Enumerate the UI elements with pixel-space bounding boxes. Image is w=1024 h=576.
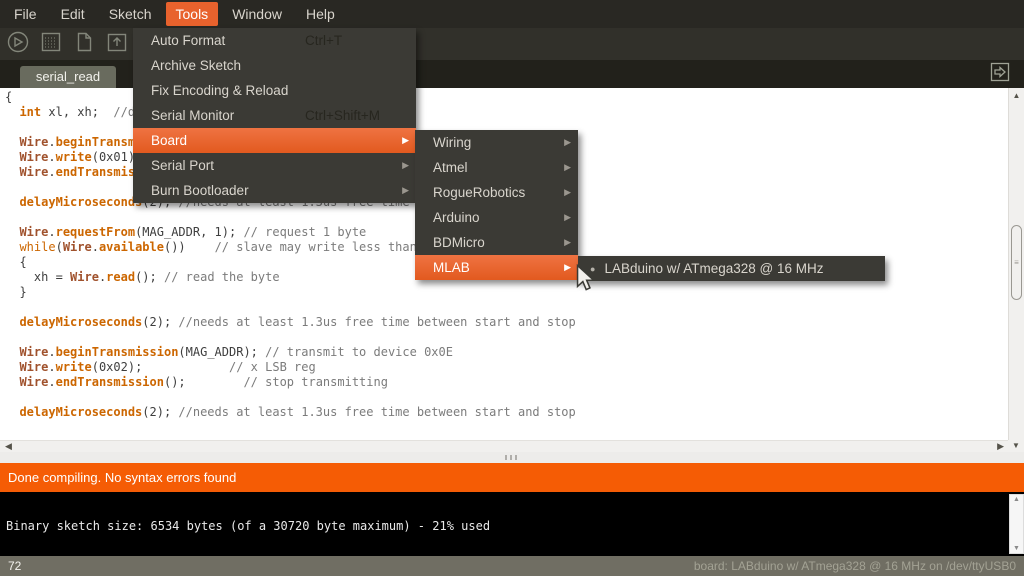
- status-footer: 72 board: LABduino w/ ATmega328 @ 16 MHz…: [0, 556, 1024, 576]
- menubar-item-sketch[interactable]: Sketch: [99, 2, 162, 26]
- serial-monitor-button[interactable]: [988, 62, 1012, 86]
- menu-item-label: RogueRobotics: [433, 185, 525, 200]
- menu-item-arduino[interactable]: Arduino ▶: [415, 205, 578, 230]
- menu-item-mlab[interactable]: MLAB ▶: [415, 255, 578, 280]
- submenu-arrow-icon: ▶: [564, 130, 571, 155]
- scroll-down-icon[interactable]: ▼: [1008, 440, 1024, 452]
- menubar-item-window[interactable]: Window: [222, 2, 292, 26]
- menu-item-label: Serial Monitor: [151, 108, 234, 123]
- upload-button[interactable]: [38, 31, 64, 57]
- menu-item-shortcut: Ctrl+Shift+M: [305, 103, 380, 128]
- menubar-item-file[interactable]: File: [4, 2, 47, 26]
- console-output: Binary sketch size: 6534 bytes (of a 307…: [6, 519, 490, 534]
- submenu-arrow-icon: ▶: [564, 180, 571, 205]
- menu-item-label: LABduino w/ ATmega328 @ 16 MHz: [604, 261, 823, 276]
- upload-icon: [39, 30, 63, 59]
- menubar-item-tools[interactable]: Tools: [166, 2, 219, 26]
- menu-item-roguerobotics[interactable]: RogueRobotics ▶: [415, 180, 578, 205]
- scroll-left-icon[interactable]: ◀: [5, 441, 12, 452]
- verify-button[interactable]: [5, 31, 31, 57]
- menu-item-labduino-w-atmega328-16-mhz[interactable]: ●LABduino w/ ATmega328 @ 16 MHz: [578, 256, 885, 281]
- submenu-arrow-icon: ▶: [564, 230, 571, 255]
- new-sketch-button[interactable]: [71, 31, 97, 57]
- console-scrollbar[interactable]: ▲ ▼: [1009, 494, 1024, 554]
- code-line: Wire.write(0x02); // x LSB reg: [5, 360, 1008, 375]
- code-line: [5, 330, 1008, 345]
- menu-item-label: Auto Format: [151, 33, 225, 48]
- tab-serial-read[interactable]: serial_read: [20, 66, 116, 88]
- code-line: [5, 300, 1008, 315]
- code-line: Wire.beginTransmission(MAG_ADDR); // tra…: [5, 345, 1008, 360]
- menu-item-serial-monitor[interactable]: Serial Monitor Ctrl+Shift+M: [133, 103, 416, 128]
- menu-item-label: Fix Encoding & Reload: [151, 83, 288, 98]
- scroll-up-icon[interactable]: ▲: [1010, 496, 1023, 503]
- menubar-item-edit[interactable]: Edit: [51, 2, 95, 26]
- submenu-arrow-icon: ▶: [402, 128, 409, 153]
- menu-item-label: BDMicro: [433, 235, 485, 250]
- menu-item-board[interactable]: Board ▶: [133, 128, 416, 153]
- editor-horizontal-scrollbar[interactable]: ◀ ▶: [0, 440, 1008, 452]
- menu-item-label: Wiring: [433, 135, 471, 150]
- tools-menu: Auto Format Ctrl+T Archive Sketch Fix Encod…: [133, 28, 416, 203]
- menu-item-label: MLAB: [433, 260, 470, 275]
- menubar: FileEditSketchToolsWindowHelp: [0, 0, 1024, 28]
- submenu-arrow-icon: ▶: [402, 178, 409, 203]
- line-number: 72: [8, 559, 21, 573]
- menu-item-shortcut: Ctrl+T: [305, 28, 342, 53]
- menu-item-atmel[interactable]: Atmel ▶: [415, 155, 578, 180]
- menu-item-label: Serial Port: [151, 158, 214, 173]
- code-line: }: [5, 285, 1008, 300]
- editor-vertical-scrollbar[interactable]: ▲ ≡: [1008, 88, 1024, 440]
- menubar-item-help[interactable]: Help: [296, 2, 345, 26]
- compile-status-bar: Done compiling. No syntax errors found: [0, 463, 1024, 492]
- splitter-grip-icon: [505, 455, 519, 460]
- menu-item-burn-bootloader[interactable]: Burn Bootloader ▶: [133, 178, 416, 203]
- scroll-down-icon[interactable]: ▼: [1010, 545, 1023, 552]
- vertical-scroll-thumb[interactable]: ≡: [1011, 225, 1022, 300]
- menu-item-auto-format[interactable]: Auto Format Ctrl+T: [133, 28, 416, 53]
- menu-item-serial-port[interactable]: Serial Port ▶: [133, 153, 416, 178]
- submenu-arrow-icon: ▶: [564, 155, 571, 180]
- code-line: delayMicroseconds(2); //needs at least 1…: [5, 405, 1008, 420]
- submenu-arrow-icon: ▶: [402, 153, 409, 178]
- code-line: [5, 390, 1008, 405]
- board-info: board: LABduino w/ ATmega328 @ 16 MHz on…: [694, 559, 1016, 573]
- menu-item-bdmicro[interactable]: BDMicro ▶: [415, 230, 578, 255]
- console: Binary sketch size: 6534 bytes (of a 307…: [0, 492, 1024, 556]
- arduino-ide-window: FileEditSketchToolsWindowHelp: [0, 0, 1024, 576]
- arrow-right-icon: [988, 60, 1012, 89]
- mouse-cursor-icon: [576, 264, 595, 297]
- pane-splitter[interactable]: [0, 452, 1024, 463]
- scroll-right-icon[interactable]: ▶: [997, 441, 1004, 452]
- menu-item-fix-encoding-reload[interactable]: Fix Encoding & Reload: [133, 78, 416, 103]
- board-submenu: Wiring▶Atmel▶RogueRobotics▶Arduino▶BDMic…: [415, 130, 578, 280]
- menu-item-label: Atmel: [433, 160, 468, 175]
- code-line: Wire.endTransmission(); // stop transmit…: [5, 375, 1008, 390]
- code-line: delayMicroseconds(2); //needs at least 1…: [5, 315, 1008, 330]
- mlab-submenu: ●LABduino w/ ATmega328 @ 16 MHz: [578, 256, 885, 281]
- menu-item-label: Board: [151, 133, 187, 148]
- open-sketch-button[interactable]: [104, 31, 130, 57]
- menu-item-wiring[interactable]: Wiring ▶: [415, 130, 578, 155]
- menu-item-label: Burn Bootloader: [151, 183, 249, 198]
- submenu-arrow-icon: ▶: [564, 205, 571, 230]
- submenu-arrow-icon: ▶: [564, 255, 571, 280]
- scroll-up-icon[interactable]: ▲: [1009, 91, 1024, 100]
- menu-item-archive-sketch[interactable]: Archive Sketch: [133, 53, 416, 78]
- open-icon: [105, 30, 129, 59]
- menu-item-label: Arduino: [433, 210, 480, 225]
- verify-icon: [6, 30, 30, 59]
- menu-item-label: Archive Sketch: [151, 58, 241, 73]
- new-file-icon: [72, 30, 96, 59]
